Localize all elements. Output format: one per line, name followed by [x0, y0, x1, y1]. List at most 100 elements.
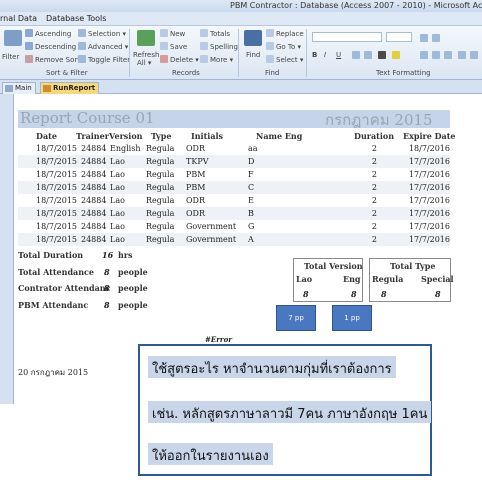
menu-database-tools[interactable]: Database Tools [46, 14, 106, 23]
goto-button[interactable]: Go To ▾ [266, 42, 301, 51]
italic-button[interactable]: I [324, 51, 326, 59]
pbm-attendance-label: PBM Attendanc [18, 300, 89, 310]
font-name-dropdown[interactable] [312, 32, 382, 42]
selection-button[interactable]: Selection ▾ [78, 29, 126, 38]
window-titlebar: PBM Contractor : Database (Access 2007 -… [0, 0, 482, 12]
filter-button[interactable]: Filter [2, 53, 19, 61]
find-group-label: Find [265, 69, 280, 77]
arrow-right-icon [266, 42, 274, 50]
total-type-special-value: 8 [435, 289, 441, 299]
sort-ascending-icon [25, 29, 33, 37]
new-record-button[interactable]: New [160, 29, 185, 38]
cell-date: 18/7/2015 [36, 144, 78, 153]
remove-sort-button[interactable]: Remove Sort [25, 55, 80, 64]
lao-count-box: 7 pp [276, 305, 316, 331]
cell-date: 18/7/2015 [36, 235, 78, 244]
cell-name-eng: aa [248, 144, 258, 153]
cell-initials: TKPV [186, 157, 209, 166]
total-version-col-eng: Eng [343, 274, 361, 284]
cell-initials: ODR [186, 196, 205, 205]
indent-icon[interactable] [352, 51, 360, 59]
text-formatting-group-label: Text Formatting [376, 69, 431, 77]
save-record-button[interactable]: Save [160, 42, 187, 51]
cell-initials: PBM [186, 170, 206, 179]
cell-duration: 2 [371, 209, 377, 218]
tab-main[interactable]: Main [2, 82, 36, 94]
filter-icon[interactable] [4, 30, 22, 46]
window-title: PBM Contractor : Database (Access 2007 -… [230, 1, 482, 10]
eng-count-box: 1 pp [332, 305, 372, 331]
cell-trainer: 24884 [81, 170, 107, 179]
bullets-icon[interactable] [420, 34, 428, 42]
question-callout: ใช้สูตรอะไร หาจำนวนตามกุ่มที่เราต้องการ … [138, 344, 432, 476]
cell-version: Lao [110, 157, 125, 166]
pbm-attendance-value: 8 [104, 300, 110, 310]
column-header-name-eng: Name Eng [256, 131, 303, 141]
alternate-row-color-icon[interactable] [470, 51, 478, 59]
refresh-icon[interactable] [137, 30, 155, 46]
toggle-filter-button[interactable]: Toggle Filter [78, 55, 130, 64]
total-type-col-special: Special [421, 274, 454, 284]
cell-duration: 2 [371, 222, 377, 231]
total-type-title: Total Type [390, 261, 436, 271]
refresh-button[interactable]: Refresh [133, 51, 159, 59]
contractor-attendance-value: 8 [104, 283, 110, 293]
cell-trainer: 24884 [81, 222, 107, 231]
save-icon [160, 42, 168, 50]
totals-button[interactable]: Totals [200, 29, 230, 38]
cell-version: Lao [110, 183, 125, 192]
table-row: 18/7/2015 24884 Lao Regula PBM F 2 17/7/2016 [18, 168, 450, 181]
cell-expire-date: 17/7/2016 [408, 170, 450, 179]
font-size-dropdown[interactable] [386, 32, 412, 42]
refresh-all-label[interactable]: All ▾ [137, 59, 151, 67]
replace-icon [266, 29, 274, 37]
highlight-icon[interactable] [392, 51, 400, 59]
select-button[interactable]: Select ▾ [266, 55, 303, 64]
advanced-button[interactable]: Advanced ▾ [78, 42, 128, 51]
underline-button[interactable]: U [336, 51, 341, 59]
cell-expire-date: 17/7/2016 [408, 196, 450, 205]
cell-type: Regula [146, 170, 175, 179]
replace-button[interactable]: Replace [266, 29, 304, 38]
cell-expire-date: 17/7/2016 [408, 157, 450, 166]
gridlines-icon[interactable] [458, 51, 466, 59]
ribbon: Filter Ascending Descending Remove Sort … [0, 26, 482, 80]
cell-name-eng: G [248, 222, 255, 231]
find-button[interactable]: Find [246, 51, 260, 59]
cell-name-eng: A [248, 235, 254, 244]
bold-button[interactable]: B [312, 51, 317, 59]
ribbon-menu-bar: rnal Data Database Tools [0, 12, 482, 26]
align-right-icon[interactable] [444, 51, 452, 59]
table-row: 18/7/2015 24884 Lao Regula ODR B 2 17/7/2016 [18, 207, 450, 220]
ascending-button[interactable]: Ascending [25, 29, 71, 38]
sort-descending-icon [25, 42, 33, 50]
total-type-regula-value: 8 [381, 289, 387, 299]
cell-date: 18/7/2015 [36, 157, 78, 166]
cell-trainer: 24884 [81, 144, 107, 153]
navigation-pane-collapsed[interactable] [0, 94, 14, 404]
numbering-icon[interactable] [432, 34, 440, 42]
more-button[interactable]: More ▾ [200, 55, 233, 64]
cell-date: 18/7/2015 [36, 170, 78, 179]
records-group-label: Records [172, 69, 200, 77]
spelling-icon [200, 42, 208, 50]
cell-date: 18/7/2015 [36, 196, 78, 205]
delete-record-button[interactable]: Delete ▾ [160, 55, 199, 64]
sort-filter-group-label: Sort & Filter [46, 69, 88, 77]
menu-external-data[interactable]: rnal Data [0, 14, 37, 23]
tab-runreport[interactable]: RunReport [40, 82, 100, 94]
cell-expire-date: 17/7/2016 [408, 235, 450, 244]
cell-name-eng: B [248, 209, 254, 218]
cell-expire-date: 17/7/2016 [408, 183, 450, 192]
outdent-icon[interactable] [364, 51, 372, 59]
cell-trainer: 24884 [81, 235, 107, 244]
align-left-icon[interactable] [420, 51, 428, 59]
descending-button[interactable]: Descending [25, 42, 76, 51]
total-version-col-lao: Lao [296, 274, 313, 284]
align-center-icon[interactable] [432, 51, 440, 59]
cell-name-eng: F [248, 170, 254, 179]
font-color-icon[interactable] [378, 51, 386, 59]
ribbon-separator [306, 29, 307, 77]
spelling-button[interactable]: Spelling [200, 42, 238, 51]
find-icon[interactable] [244, 30, 262, 46]
